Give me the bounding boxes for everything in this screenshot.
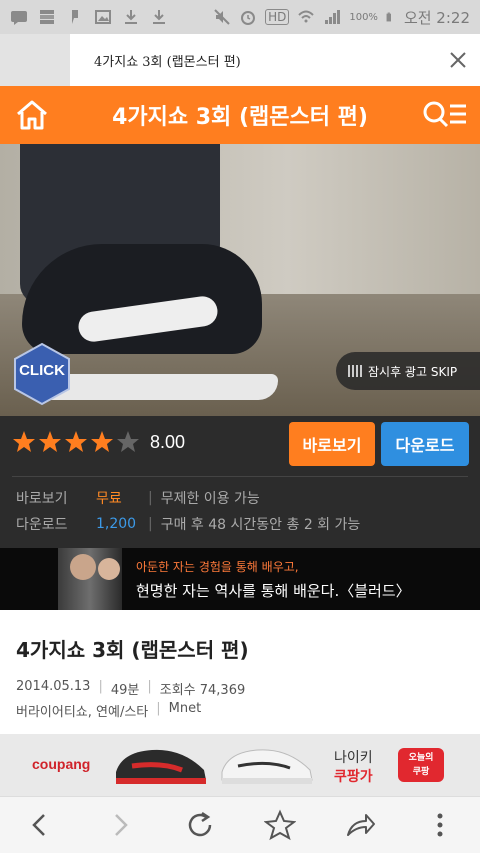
skip-ad-button[interactable]: 잠시후 광고 SKIP — [336, 352, 480, 390]
back-button[interactable] — [24, 809, 56, 841]
separator: | — [156, 701, 161, 716]
share-button[interactable] — [344, 809, 376, 841]
genre: 버라이어티쇼, 연예/스타 — [16, 705, 149, 720]
duration: 49분 — [110, 683, 140, 698]
episode-title: 4가지쇼 3회 (랩몬스터 편) — [16, 638, 249, 662]
banner-image — [98, 558, 120, 580]
watch-now-button[interactable]: 바로보기 — [289, 422, 375, 466]
separator: | — [98, 679, 103, 694]
mute-icon — [214, 9, 230, 25]
share-arrow-icon — [347, 814, 375, 836]
pricing-value: 1,200 — [96, 516, 137, 532]
star-filled-icon — [65, 431, 87, 452]
separator: | — [147, 679, 152, 694]
bookmark-button[interactable] — [263, 809, 297, 841]
click-label: CLICK — [19, 362, 65, 379]
forward-button[interactable] — [104, 809, 136, 841]
more-button[interactable] — [424, 809, 456, 841]
pricing-label: 바로보기 — [16, 491, 68, 507]
ad-banner[interactable]: coupang 나이키 쿠팡가 오늘의 쿠팡 — [0, 734, 480, 796]
refresh-icon — [188, 811, 212, 837]
info-panel: 8.00 바로보기 다운로드 바로보기 무료 | 무제한 이용 가능 다운로드 … — [0, 416, 480, 548]
skip-ad-label: 잠시후 광고 SKIP — [368, 364, 458, 379]
separator: | — [148, 490, 153, 506]
star-filled-icon — [91, 431, 113, 452]
episode-meta: 버라이어티쇼, 연예/스타 | Mnet — [16, 701, 201, 720]
coupang-logo: coupang — [32, 756, 91, 772]
sneaker-image — [221, 749, 313, 784]
rating-value: 8.00 — [150, 431, 186, 452]
ad-line2: 쿠팡가 — [334, 769, 373, 785]
wifi-icon — [298, 10, 315, 23]
signal-icon — [325, 10, 341, 24]
network-label: HD — [265, 9, 290, 25]
battery-percent: 100% — [349, 11, 378, 23]
episode-meta: 2014.05.13 | 49분 | 조회수 74,369 — [16, 679, 245, 698]
banner-image — [70, 554, 96, 580]
tab-background — [0, 34, 70, 86]
pricing-row: 바로보기 무료 | 무제한 이용 가능 — [16, 488, 260, 508]
download-button[interactable]: 다운로드 — [381, 422, 469, 466]
star-filled-icon — [39, 431, 61, 452]
chevron-right-icon — [115, 814, 128, 836]
ad-badge-line1: 오늘의 — [408, 753, 434, 763]
image-icon — [95, 10, 111, 24]
video-frame — [22, 244, 262, 354]
close-tab-icon[interactable] — [448, 50, 468, 70]
star-rating: 8.00 — [12, 430, 185, 454]
star-outline-icon — [263, 809, 297, 841]
download-icon — [153, 10, 165, 24]
tab-title: 4가지쇼 3회 (랩몬스터 편) — [94, 54, 241, 70]
chevron-left-icon — [32, 814, 45, 836]
ad-badge[interactable]: 오늘의 쿠팡 — [398, 748, 444, 782]
page-title: 4가지쇼 3회 (랩몬스터 편) — [112, 105, 368, 130]
pricing-desc: 구매 후 48 시간동안 총 2 회 가능 — [160, 517, 361, 533]
star-filled-icon — [13, 431, 35, 452]
message-icon — [11, 11, 27, 25]
star-empty-icon — [117, 431, 139, 452]
app-icon — [40, 10, 54, 24]
air-date: 2014.05.13 — [16, 679, 91, 694]
alarm-icon — [241, 11, 256, 25]
pricing-value: 무료 — [96, 491, 122, 507]
banner-line1: 아둔한 자는 경험을 통해 배우고, — [136, 560, 299, 574]
channel: Mnet — [168, 701, 202, 716]
view-count: 조회수 74,369 — [159, 683, 246, 698]
promo-banner[interactable]: 아둔한 자는 경험을 통해 배우고, 현명한 자는 역사를 통해 배운다.〈블러… — [0, 548, 480, 610]
pricing-desc: 무제한 이용 가능 — [160, 491, 260, 507]
pricing-row: 다운로드 1,200 | 구매 후 48 시간동안 총 2 회 가능 — [16, 514, 360, 534]
skip-grip-icon — [348, 365, 362, 377]
video-player[interactable]: CLICK 잠시후 광고 SKIP — [0, 144, 480, 416]
sneaker-image — [116, 749, 206, 784]
status-bar: HD 100% 오전 2:22 — [0, 0, 480, 34]
separator: | — [148, 516, 153, 532]
ad-line1: 나이키 — [334, 750, 373, 766]
download-icon — [125, 10, 137, 24]
more-vert-icon — [437, 813, 443, 837]
clock: 오전 2:22 — [403, 8, 470, 27]
divider — [12, 476, 468, 477]
reload-button[interactable] — [184, 809, 216, 841]
browser-tab[interactable]: 4가지쇼 3회 (랩몬스터 편) — [70, 34, 480, 86]
flag-icon — [72, 10, 78, 24]
ad-badge-line2: 쿠팡 — [412, 767, 430, 777]
browser-bottom-nav — [0, 796, 480, 853]
browser-tab-bar: 4가지쇼 3회 (랩몬스터 편) — [0, 34, 480, 86]
banner-line2: 현명한 자는 역사를 통해 배운다.〈블러드〉 — [136, 582, 411, 600]
battery-icon — [386, 12, 391, 22]
pricing-label: 다운로드 — [16, 517, 68, 533]
search-menu-icon[interactable] — [420, 98, 468, 132]
page-header: 4가지쇼 3회 (랩몬스터 편) — [0, 86, 480, 144]
home-icon[interactable] — [14, 98, 50, 132]
